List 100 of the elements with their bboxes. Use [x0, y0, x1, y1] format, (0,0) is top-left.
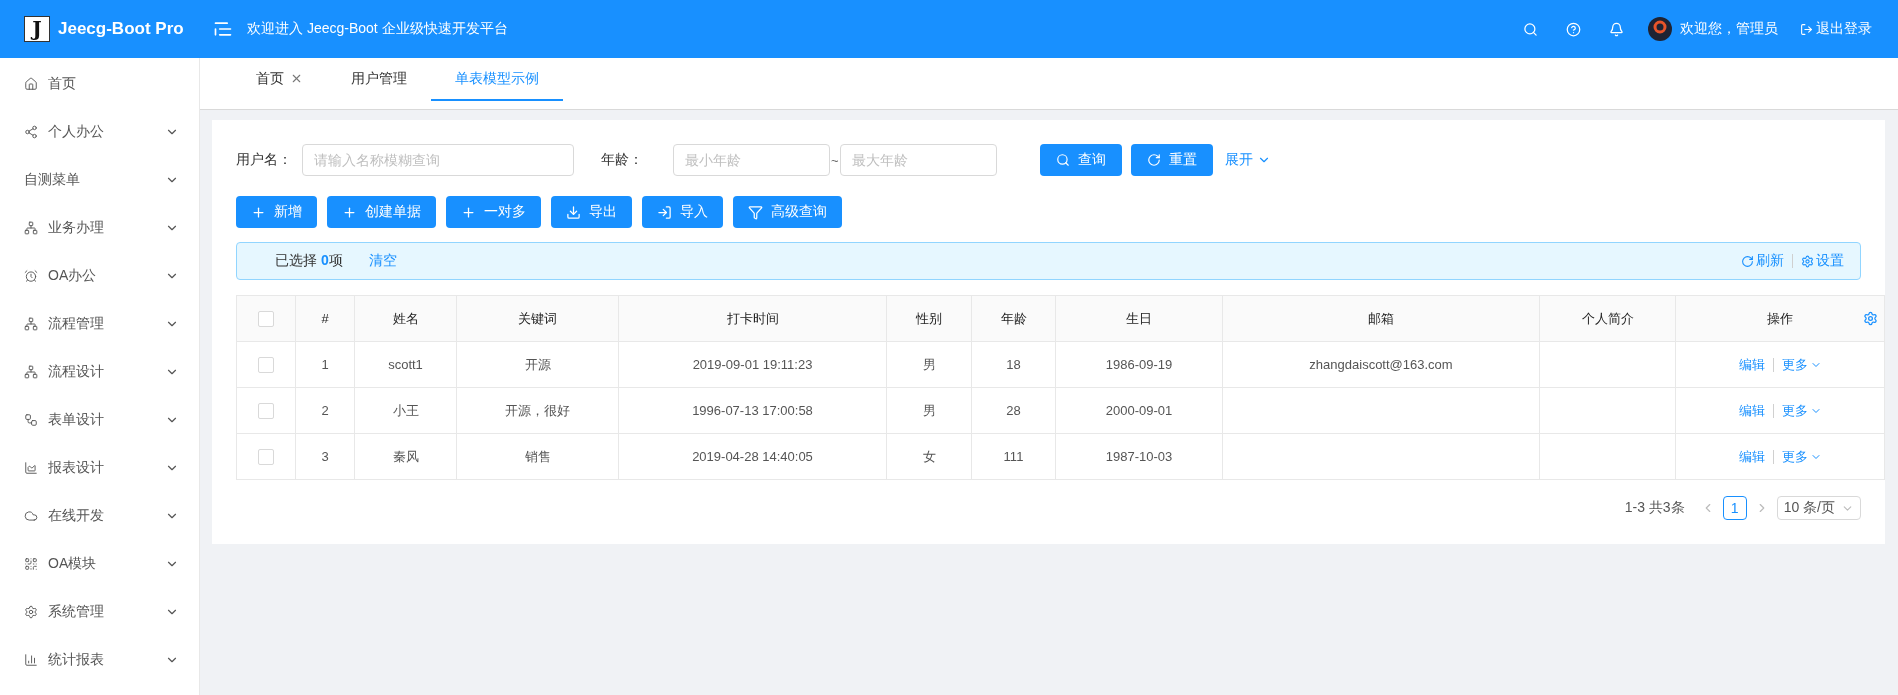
user-greeting[interactable]: 欢迎您，管理员 — [1680, 20, 1778, 38]
settings-icon — [1801, 254, 1814, 268]
sidebar-item[interactable]: OA模块 — [0, 540, 199, 588]
welcome-text: 欢迎进入 Jeecg-Boot 企业级快速开发平台 — [247, 20, 508, 38]
share-icon — [24, 125, 38, 139]
toolbar-button[interactable]: 导出 — [551, 196, 632, 228]
max-age-field[interactable]: 最大年龄 — [839, 144, 997, 176]
clear-link[interactable]: 清空 — [368, 252, 397, 270]
action-link[interactable]: 编辑 — [1738, 401, 1765, 420]
table-cell: 111 — [971, 433, 1056, 480]
settings-link[interactable]: 设置 — [1801, 252, 1844, 270]
toolbar-button[interactable]: 创建单据 — [327, 196, 436, 228]
toolbar-button[interactable]: 新增 — [236, 196, 317, 228]
sidebar-item[interactable]: 统计报表 — [0, 636, 199, 684]
table-cell: 28 — [971, 387, 1056, 434]
help-icon[interactable] — [1566, 21, 1581, 37]
settings-icon[interactable] — [1863, 311, 1878, 326]
sidebar-item[interactable]: 流程设计 — [0, 348, 199, 396]
selection-count: 已选择 0项 — [275, 252, 343, 270]
username-field[interactable]: 请输入名称模糊查询 — [302, 144, 574, 176]
bell-icon[interactable] — [1609, 21, 1624, 37]
sidebar-item[interactable]: 自测菜单 — [0, 156, 199, 204]
logout-icon — [1800, 22, 1813, 36]
table-cell: 男 — [886, 341, 972, 388]
sitemap-icon — [24, 221, 38, 235]
area-chart-icon — [24, 461, 38, 475]
tab[interactable]: 单表模型示例 — [431, 58, 563, 101]
table-cell: 2000-09-01 — [1055, 387, 1223, 434]
column-header: 关键词 — [456, 295, 619, 342]
action-link[interactable]: 编辑 — [1738, 447, 1765, 466]
toolbar-button[interactable]: 一对多 — [446, 196, 541, 228]
expand-link[interactable]: 展开 — [1224, 151, 1271, 169]
tab[interactable]: 用户管理 — [327, 58, 431, 101]
sidebar-item[interactable]: 在线开发 — [0, 492, 199, 540]
settings-icon — [24, 605, 38, 619]
reset-button[interactable]: 重置 — [1130, 144, 1213, 176]
sitemap-icon — [24, 317, 38, 331]
sidebar-item[interactable]: 系统管理 — [0, 588, 199, 636]
plus-icon — [342, 204, 357, 220]
page-size-select[interactable]: 10 条/页 — [1776, 496, 1861, 520]
close-icon[interactable] — [290, 72, 303, 85]
sitemap-icon — [24, 365, 38, 379]
search-icon — [1055, 153, 1070, 167]
username-label: 用户名： — [236, 151, 292, 169]
action-link[interactable]: 编辑 — [1738, 355, 1765, 374]
search-icon[interactable] — [1523, 21, 1538, 37]
query-button[interactable]: 查询 — [1039, 144, 1122, 176]
table-cell: 男 — [886, 387, 972, 434]
cloud-icon — [24, 509, 38, 523]
table-cell: 2019-04-28 14:40:05 — [618, 433, 887, 480]
plus-icon — [251, 204, 266, 220]
table-cell: 销售 — [456, 433, 619, 480]
action-link[interactable]: 更多 — [1781, 401, 1822, 420]
action-link[interactable]: 更多 — [1781, 447, 1822, 466]
column-header: 年龄 — [971, 295, 1056, 342]
sidebar-item[interactable]: 报表设计 — [0, 444, 199, 492]
sidebar-item[interactable]: OA办公 — [0, 252, 199, 300]
menu-toggle-icon[interactable] — [213, 19, 233, 39]
row-checkbox[interactable] — [258, 356, 274, 373]
table-cell: 1996-07-13 17:00:58 — [618, 387, 887, 434]
refresh-link[interactable]: 刷新 — [1741, 252, 1784, 270]
alarm-icon — [24, 269, 38, 283]
select-all-checkbox[interactable] — [258, 310, 274, 327]
column-header: 个人简介 — [1539, 295, 1676, 342]
page-number[interactable]: 1 — [1722, 496, 1747, 520]
row-checkbox[interactable] — [258, 402, 274, 419]
logo-icon: J — [24, 16, 50, 42]
sidebar-item[interactable]: 个人办公 — [0, 108, 199, 156]
table-cell: 1986-09-19 — [1055, 341, 1223, 388]
column-header: 性别 — [886, 295, 972, 342]
column-header: 打卡时间 — [618, 295, 887, 342]
table-cell: 1987-10-03 — [1055, 433, 1223, 480]
tab[interactable]: 首页 — [232, 58, 327, 101]
sidebar-item[interactable]: 首页 — [0, 60, 199, 108]
sidebar-item[interactable]: 业务办理 — [0, 204, 199, 252]
avatar[interactable] — [1648, 17, 1672, 41]
toolbar-button[interactable]: 高级查询 — [733, 196, 842, 228]
plus-icon — [461, 204, 476, 220]
table-cell: 18 — [971, 341, 1056, 388]
table-cell: zhangdaiscott@163.com — [1222, 341, 1540, 388]
column-header: 姓名 — [354, 295, 457, 342]
toolbar-button[interactable]: 导入 — [642, 196, 723, 228]
column-header: 生日 — [1055, 295, 1223, 342]
sidebar-item[interactable]: 表单设计 — [0, 396, 199, 444]
sidebar-item[interactable]: 流程管理 — [0, 300, 199, 348]
age-label: 年龄： — [601, 151, 644, 169]
bar-chart-icon — [24, 653, 38, 667]
table-cell: 3 — [295, 433, 355, 480]
row-checkbox[interactable] — [258, 448, 274, 465]
table-cell: 1 — [295, 341, 355, 388]
column-header: 操作 — [1675, 295, 1885, 342]
min-age-field[interactable]: 最小年龄 — [673, 144, 830, 176]
table-cell: scott1 — [354, 341, 457, 388]
column-header: 邮箱 — [1222, 295, 1540, 342]
table-cell: 开源，很好 — [456, 387, 619, 434]
pagination-summary: 1-3 共3条 — [1624, 499, 1685, 517]
table-cell: 开源 — [456, 341, 619, 388]
download-icon — [566, 204, 581, 220]
action-link[interactable]: 更多 — [1781, 355, 1822, 374]
logout-button[interactable]: 退出登录 — [1800, 20, 1872, 38]
